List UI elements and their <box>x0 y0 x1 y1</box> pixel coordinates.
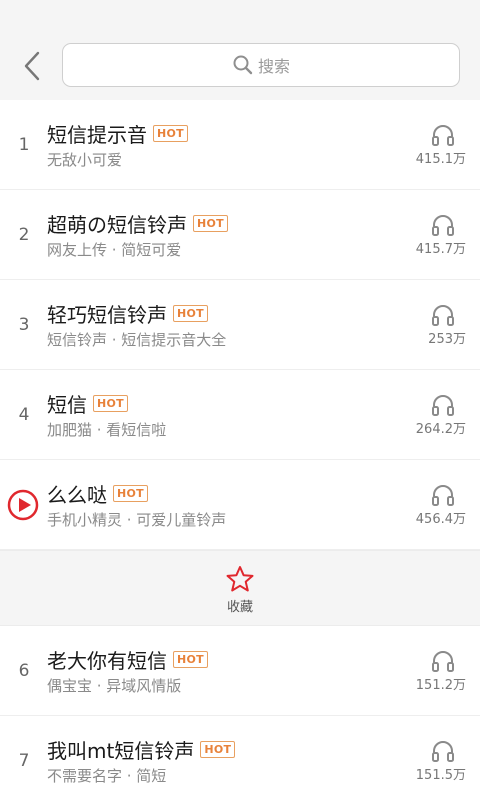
song-title-line: 超萌の短信铃声 HOT <box>47 209 228 238</box>
rank-number: 4 <box>18 405 30 425</box>
rank-number: 6 <box>18 661 30 681</box>
play-count: 151.5万 <box>396 740 466 783</box>
song-title: 老大你有短信 <box>47 649 167 673</box>
song-title: 轻巧短信铃声 <box>47 303 167 327</box>
list-item[interactable]: 2 超萌の短信铃声 HOT 网友上传 · 简短可爱 415.7万 <box>0 190 480 280</box>
song-subtitle: 加肥猫 · 看短信啦 <box>47 421 167 439</box>
play-count: 456.4万 <box>396 484 466 527</box>
play-count-value: 456.4万 <box>415 512 466 527</box>
song-title: 短信 <box>47 393 87 417</box>
song-title-line: 短信提示音 HOT <box>47 119 188 148</box>
chevron-left-icon <box>24 51 40 81</box>
favorite-button[interactable]: 收藏 <box>0 550 480 626</box>
play-count-value: 151.2万 <box>415 678 466 693</box>
play-count-value: 264.2万 <box>415 422 466 437</box>
list-item[interactable]: 7 我叫mt短信铃声 HOT 不需要名字 · 简短 151.5万 <box>0 716 480 800</box>
ringtone-list: 1 短信提示音 HOT 无敌小可爱 415.1万 2 超萌の短信铃声 HOT 网友上传 · 简短… <box>0 100 480 800</box>
song-subtitle: 手机小精灵 · 可爱儿童铃声 <box>47 511 227 529</box>
song-subtitle: 无敌小可爱 <box>47 151 123 169</box>
top-bar: 搜索 <box>0 0 480 100</box>
list-item[interactable]: 么么哒 HOT 手机小精灵 · 可爱儿童铃声 456.4万 <box>0 460 480 550</box>
favorite-label: 收藏 <box>226 600 253 615</box>
headphone-icon <box>431 650 455 672</box>
list-item[interactable]: 1 短信提示音 HOT 无敌小可爱 415.1万 <box>0 100 480 190</box>
play-count: 253万 <box>396 304 466 347</box>
song-subtitle: 不需要名字 · 简短 <box>47 767 167 785</box>
song-title: 超萌の短信铃声 <box>47 213 187 237</box>
play-count-value: 415.7万 <box>415 242 466 257</box>
headphone-icon <box>431 484 455 506</box>
song-title-line: 我叫mt短信铃声 HOT <box>47 735 236 764</box>
headphone-icon <box>431 740 455 762</box>
list-item[interactable]: 3 轻巧短信铃声 HOT 短信铃声 · 短信提示音大全 253万 <box>0 280 480 370</box>
rank-number: 2 <box>18 225 30 245</box>
play-count-value: 415.1万 <box>415 152 466 167</box>
star-icon <box>225 565 255 593</box>
play-count: 151.2万 <box>396 650 466 693</box>
hot-badge: HOT <box>93 395 128 412</box>
headphone-icon <box>431 304 455 326</box>
rank-number: 7 <box>18 751 30 771</box>
play-count-value: 151.5万 <box>415 768 466 783</box>
song-title: 我叫mt短信铃声 <box>47 739 195 763</box>
search-icon <box>232 54 254 76</box>
song-subtitle: 网友上传 · 简短可爱 <box>47 241 182 259</box>
song-subtitle: 偶宝宝 · 异域风情版 <box>47 677 182 695</box>
play-count: 415.1万 <box>396 124 466 167</box>
headphone-icon <box>431 124 455 146</box>
headphone-icon <box>431 214 455 236</box>
play-count-value: 253万 <box>428 332 466 347</box>
song-title: 么么哒 <box>47 483 107 507</box>
rank-number: 3 <box>18 315 30 335</box>
hot-badge: HOT <box>173 305 208 322</box>
song-title: 短信提示音 <box>47 123 147 147</box>
hot-badge: HOT <box>173 651 208 668</box>
headphone-icon <box>431 394 455 416</box>
song-title-line: 轻巧短信铃声 HOT <box>47 299 208 328</box>
play-count: 415.7万 <box>396 214 466 257</box>
list-item[interactable]: 6 老大你有短信 HOT 偶宝宝 · 异域风情版 151.2万 <box>0 626 480 716</box>
back-button[interactable] <box>14 46 50 86</box>
song-subtitle: 短信铃声 · 短信提示音大全 <box>47 331 227 349</box>
search-input[interactable]: 搜索 <box>62 43 460 87</box>
list-item[interactable]: 4 短信 HOT 加肥猫 · 看短信啦 264.2万 <box>0 370 480 460</box>
search-placeholder: 搜索 <box>257 57 290 76</box>
song-title-line: 么么哒 HOT <box>47 479 148 508</box>
song-title-line: 老大你有短信 HOT <box>47 645 208 674</box>
song-title-line: 短信 HOT <box>47 389 128 418</box>
hot-badge: HOT <box>193 215 228 232</box>
play-count: 264.2万 <box>396 394 466 437</box>
rank-number: 1 <box>18 135 30 155</box>
hot-badge: HOT <box>113 485 148 502</box>
hot-badge: HOT <box>200 741 236 758</box>
play-icon[interactable] <box>7 489 39 521</box>
hot-badge: HOT <box>153 125 188 142</box>
